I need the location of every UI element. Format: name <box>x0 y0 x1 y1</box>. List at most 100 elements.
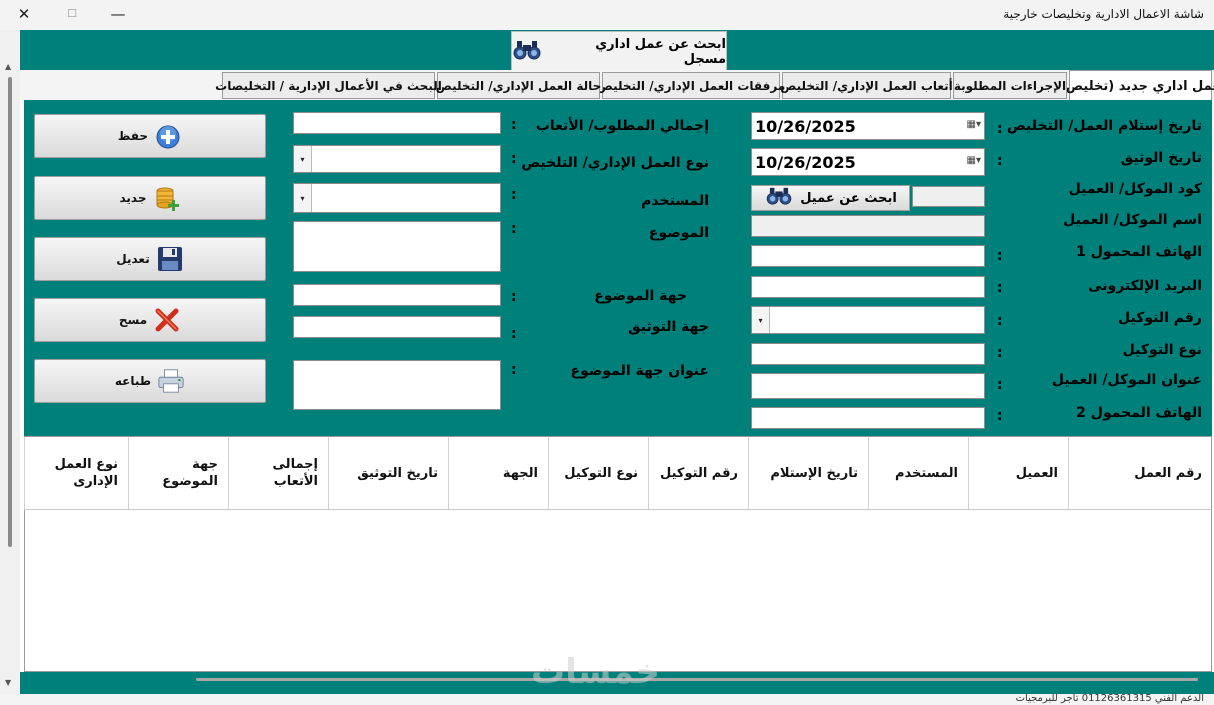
subject-entity-field[interactable] <box>293 284 501 306</box>
poa-number-label: رقم التوكيل <box>1118 310 1202 326</box>
delete-button-label: مسح <box>118 313 148 327</box>
calendar-dropdown-icon[interactable]: ▦▾ <box>967 119 981 130</box>
client-name-field[interactable] <box>751 215 985 237</box>
subject-entity-address-textarea[interactable] <box>293 360 501 410</box>
print-button[interactable]: طباعه <box>34 359 266 403</box>
mobile1-field[interactable] <box>751 245 985 267</box>
email-field[interactable] <box>751 276 985 298</box>
mobile1-label: الهاتف المحمول 1 <box>1076 244 1202 260</box>
work-type-combo[interactable]: ▾ <box>293 145 501 173</box>
close-window-button[interactable]: ✕ <box>14 5 34 23</box>
receipt-date-picker[interactable]: 10/26/2025 ▦▾ <box>751 112 985 140</box>
tab-new-admin-work[interactable]: عمل اداري جديد (تخليص) <box>1060 70 1214 101</box>
subject-textarea[interactable] <box>293 221 501 272</box>
poa-type-field[interactable] <box>751 343 985 365</box>
print-button-label: طباعه <box>114 374 152 388</box>
mobile2-label: الهاتف المحمول 2 <box>1076 405 1202 421</box>
tab-search-admin-works[interactable]: البحث في الأعمال الإدارية / التخليصات <box>215 72 442 99</box>
column-header-work-type[interactable]: نوع العمل الإدارى <box>24 437 128 510</box>
column-header-work-number[interactable]: رقم العمل <box>1068 437 1212 510</box>
vertical-scrollbar[interactable]: ▲ ▼ <box>0 30 20 705</box>
auth-entity-label: جهة التوثيق <box>628 319 709 335</box>
colon: : <box>997 280 1003 296</box>
column-header-user[interactable]: المستخدم <box>868 437 968 510</box>
email-label: البريد الإلكترونى <box>1088 278 1202 294</box>
status-text: الدعم الفني 01126361315 تاجر للبرمجيات <box>1015 693 1204 704</box>
scroll-up-arrow-icon[interactable]: ▲ <box>5 62 11 71</box>
column-header-receipt-date[interactable]: تاريخ الإستلام <box>748 437 868 510</box>
dropdown-arrow-icon[interactable]: ▾ <box>294 184 312 212</box>
subject-entity-address-label: عنوان جهة الموضوع <box>570 363 709 379</box>
colon: : <box>997 313 1003 329</box>
client-code-label: كود الموكل/ العميل <box>1068 181 1202 197</box>
window-title: شاشة الاعمال الادارية وتخليصات خارجية <box>1003 7 1204 21</box>
poa-number-combo[interactable]: ▾ <box>751 306 985 334</box>
column-header-total-fees[interactable]: إجمالى الأتعاب <box>228 437 328 510</box>
poa-number-value <box>770 307 984 333</box>
new-button[interactable]: جديد <box>34 176 266 220</box>
colon: : <box>511 187 517 203</box>
column-header-client[interactable]: العميل <box>968 437 1068 510</box>
receipt-date-label: تاريخ إستلام العمل/ التخليص <box>1006 118 1202 134</box>
receipt-date-value: 10/26/2025 <box>755 116 856 136</box>
new-button-label: جديد <box>119 191 147 205</box>
colon: : <box>997 377 1003 393</box>
auth-entity-field[interactable] <box>293 316 501 338</box>
tab-search-label: ابحث عن عمل اداري مسجل <box>595 36 726 67</box>
database-add-icon <box>153 184 181 212</box>
tab-required-procedures[interactable]: الإجراءات المطلوبة <box>953 72 1067 99</box>
user-value <box>312 184 500 212</box>
authentication-date-picker[interactable]: 10/26/2025 ▦▾ <box>751 148 985 176</box>
column-header-subject-entity[interactable]: جهة الموضوع <box>128 437 228 510</box>
column-header-poa-type[interactable]: نوع التوكيل <box>548 437 648 510</box>
authentication-date-label: تاريخ الوثيق <box>1120 150 1202 166</box>
total-fees-field[interactable] <box>293 112 501 134</box>
poa-type-label: نوع التوكيل <box>1122 342 1202 358</box>
calendar-dropdown-icon[interactable]: ▦▾ <box>967 155 981 166</box>
tab-work-fees[interactable]: أتعاب العمل الإداري/ التخليص <box>780 72 953 99</box>
colon: : <box>997 408 1003 424</box>
client-name-label: اسم الموكل/ العميل <box>1063 212 1202 228</box>
user-combo[interactable]: ▾ <box>293 183 501 213</box>
colon: : <box>511 289 517 305</box>
dropdown-arrow-icon[interactable]: ▾ <box>752 307 770 333</box>
floppy-disk-icon <box>156 245 184 273</box>
tab-work-status[interactable]: حالة العمل الإداري/ التخليص <box>436 72 601 99</box>
subject-entity-label: جهة الموضوع <box>594 288 687 304</box>
user-label: المستخدم <box>641 193 709 209</box>
window-titlebar: ✕ ☐ — شاشة الاعمال الادارية وتخليصات خار… <box>0 0 1214 30</box>
scroll-down-arrow-icon[interactable]: ▼ <box>5 678 11 687</box>
minimize-window-button[interactable]: — <box>108 5 128 23</box>
colon: : <box>997 121 1003 137</box>
save-button[interactable]: حفظ <box>34 114 266 158</box>
work-type-label: نوع العمل الإداري/ التلخيص <box>521 155 709 171</box>
delete-button[interactable]: مسح <box>34 298 266 342</box>
colon: : <box>511 326 517 342</box>
dropdown-arrow-icon[interactable]: ▾ <box>294 146 312 172</box>
column-header-entity[interactable]: الجهة <box>448 437 548 510</box>
colon: : <box>997 345 1003 361</box>
search-client-label: ابحث عن عميل <box>800 190 897 206</box>
edit-button-label: تعديل <box>116 252 150 266</box>
search-client-button[interactable]: ابحث عن عميل <box>751 185 910 211</box>
watermark: خمسات <box>531 652 660 692</box>
tab-work-attachments[interactable]: مرفقات العمل الإداري/ التخليص <box>597 72 785 99</box>
mobile2-field[interactable] <box>751 407 985 429</box>
horizontal-scrollbar[interactable] <box>196 678 1198 681</box>
printer-icon <box>157 367 185 395</box>
client-code-field[interactable] <box>912 186 985 207</box>
delete-x-icon <box>153 306 181 334</box>
tab-search-registered-admin-work[interactable]: ابحث عن عمل اداري مسجل <box>511 31 727 71</box>
colon: : <box>511 117 517 133</box>
client-address-field[interactable] <box>751 373 985 399</box>
binoculars-icon <box>764 186 794 210</box>
column-header-authentication-date[interactable]: تاريخ التوثيق <box>328 437 448 510</box>
maximize-window-button[interactable]: ☐ <box>62 7 82 20</box>
scrollbar-thumb[interactable] <box>8 77 12 547</box>
edit-button[interactable]: تعديل <box>34 237 266 281</box>
add-circle-icon <box>154 122 182 150</box>
colon: : <box>997 153 1003 169</box>
client-address-label: عنوان الموكل/ العميل <box>1051 372 1202 388</box>
status-bar: الدعم الفني 01126361315 تاجر للبرمجيات <box>0 693 1214 705</box>
column-header-poa-number[interactable]: رقم التوكيل <box>648 437 748 510</box>
